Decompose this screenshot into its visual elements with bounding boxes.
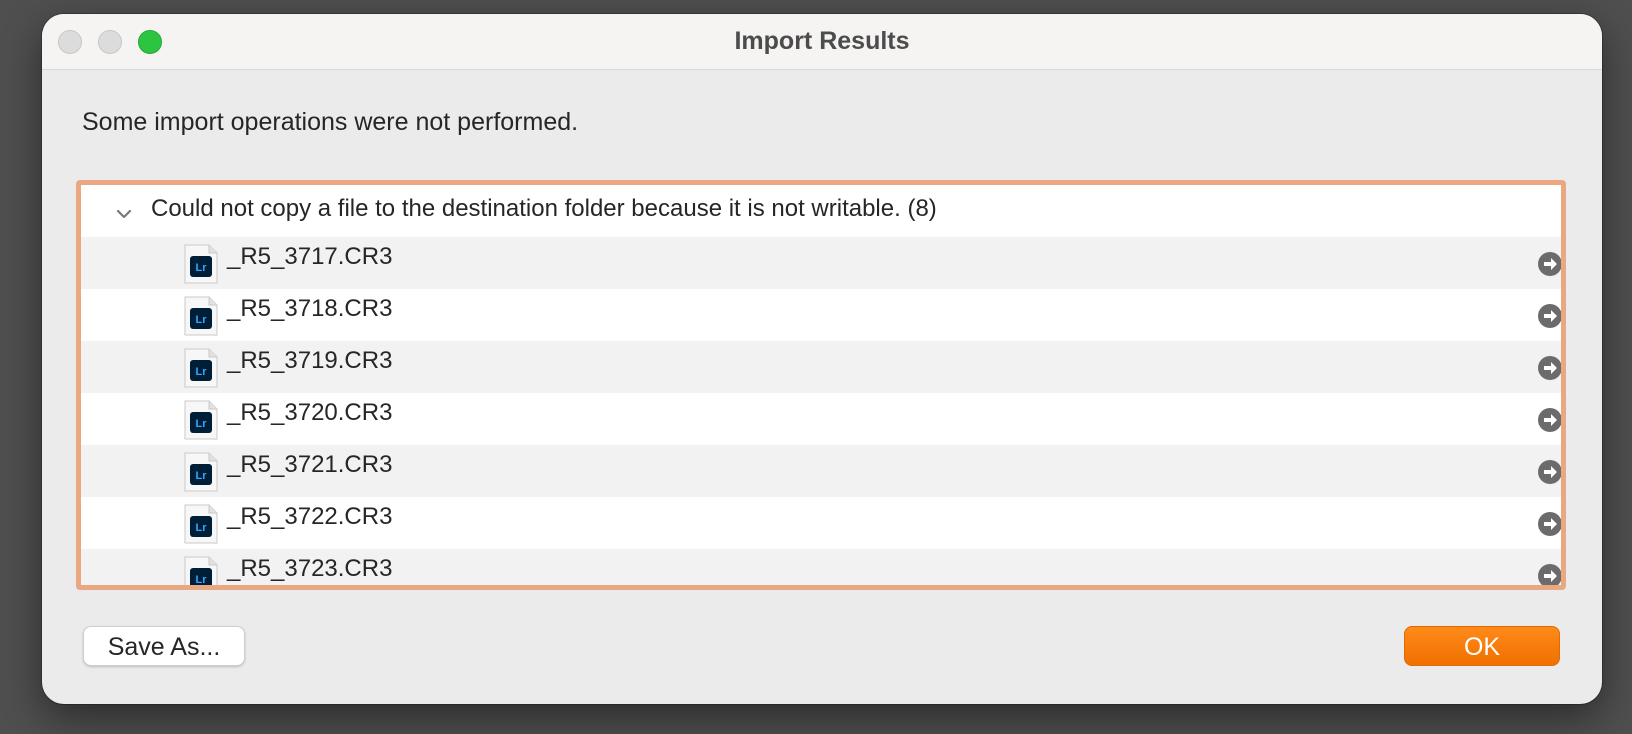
file-row[interactable]: Lr _R5_3720.CR3 [81, 393, 1561, 445]
lightroom-file-icon: Lr [184, 348, 218, 388]
chevron-down-icon[interactable] [115, 205, 133, 223]
svg-text:Lr: Lr [196, 470, 208, 482]
file-row[interactable]: Lr _R5_3723.CR3 [81, 549, 1563, 589]
svg-text:Lr: Lr [196, 522, 208, 534]
svg-text:Lr: Lr [196, 574, 208, 586]
error-group-row[interactable]: Could not copy a file to the destination… [81, 185, 1561, 237]
lightroom-file-icon: Lr [184, 296, 218, 336]
svg-text:Lr: Lr [196, 314, 208, 326]
lightroom-file-icon: Lr [184, 452, 218, 492]
file-row[interactable]: Lr _R5_3718.CR3 [81, 289, 1561, 341]
lightroom-file-icon: Lr [184, 244, 218, 284]
file-row[interactable]: Lr _R5_3717.CR3 [81, 237, 1561, 289]
svg-text:Lr: Lr [196, 262, 208, 274]
lightroom-file-icon: Lr [184, 556, 218, 586]
file-name: _R5_3720.CR3 [227, 399, 393, 426]
reveal-arrow-icon[interactable] [1537, 563, 1563, 589]
file-name: _R5_3721.CR3 [227, 451, 393, 478]
file-name: _R5_3719.CR3 [227, 347, 393, 374]
save-as-button[interactable]: Save As... [83, 626, 245, 666]
error-group-label: Could not copy a file to the destination… [151, 195, 937, 222]
import-results-dialog: Import Results Some import operations we… [42, 14, 1602, 704]
reveal-arrow-icon[interactable] [1537, 355, 1563, 381]
results-list[interactable]: Could not copy a file to the destination… [76, 180, 1566, 590]
lightroom-file-icon: Lr [184, 400, 218, 440]
file-list: Lr _R5_3717.CR3 Lr _R5_3718.CR3 Lr _R5_3… [81, 237, 1563, 589]
file-name: _R5_3723.CR3 [227, 555, 393, 582]
reveal-arrow-icon[interactable] [1537, 459, 1563, 485]
file-row[interactable]: Lr _R5_3719.CR3 [81, 341, 1561, 393]
svg-text:Lr: Lr [196, 366, 208, 378]
status-message: Some import operations were not performe… [82, 108, 579, 136]
ok-button[interactable]: OK [1404, 626, 1560, 666]
title-bar: Import Results [42, 14, 1602, 70]
reveal-arrow-icon[interactable] [1537, 303, 1563, 329]
svg-text:Lr: Lr [196, 418, 208, 430]
reveal-arrow-icon[interactable] [1537, 251, 1563, 277]
reveal-arrow-icon[interactable] [1537, 511, 1563, 537]
window-title: Import Results [734, 27, 910, 55]
file-name: _R5_3722.CR3 [227, 503, 393, 530]
file-row[interactable]: Lr _R5_3722.CR3 [81, 497, 1561, 549]
file-name: _R5_3718.CR3 [227, 295, 393, 322]
lightroom-file-icon: Lr [184, 504, 218, 544]
file-row[interactable]: Lr _R5_3721.CR3 [81, 445, 1561, 497]
file-name: _R5_3717.CR3 [227, 243, 393, 270]
reveal-arrow-icon[interactable] [1537, 407, 1563, 433]
